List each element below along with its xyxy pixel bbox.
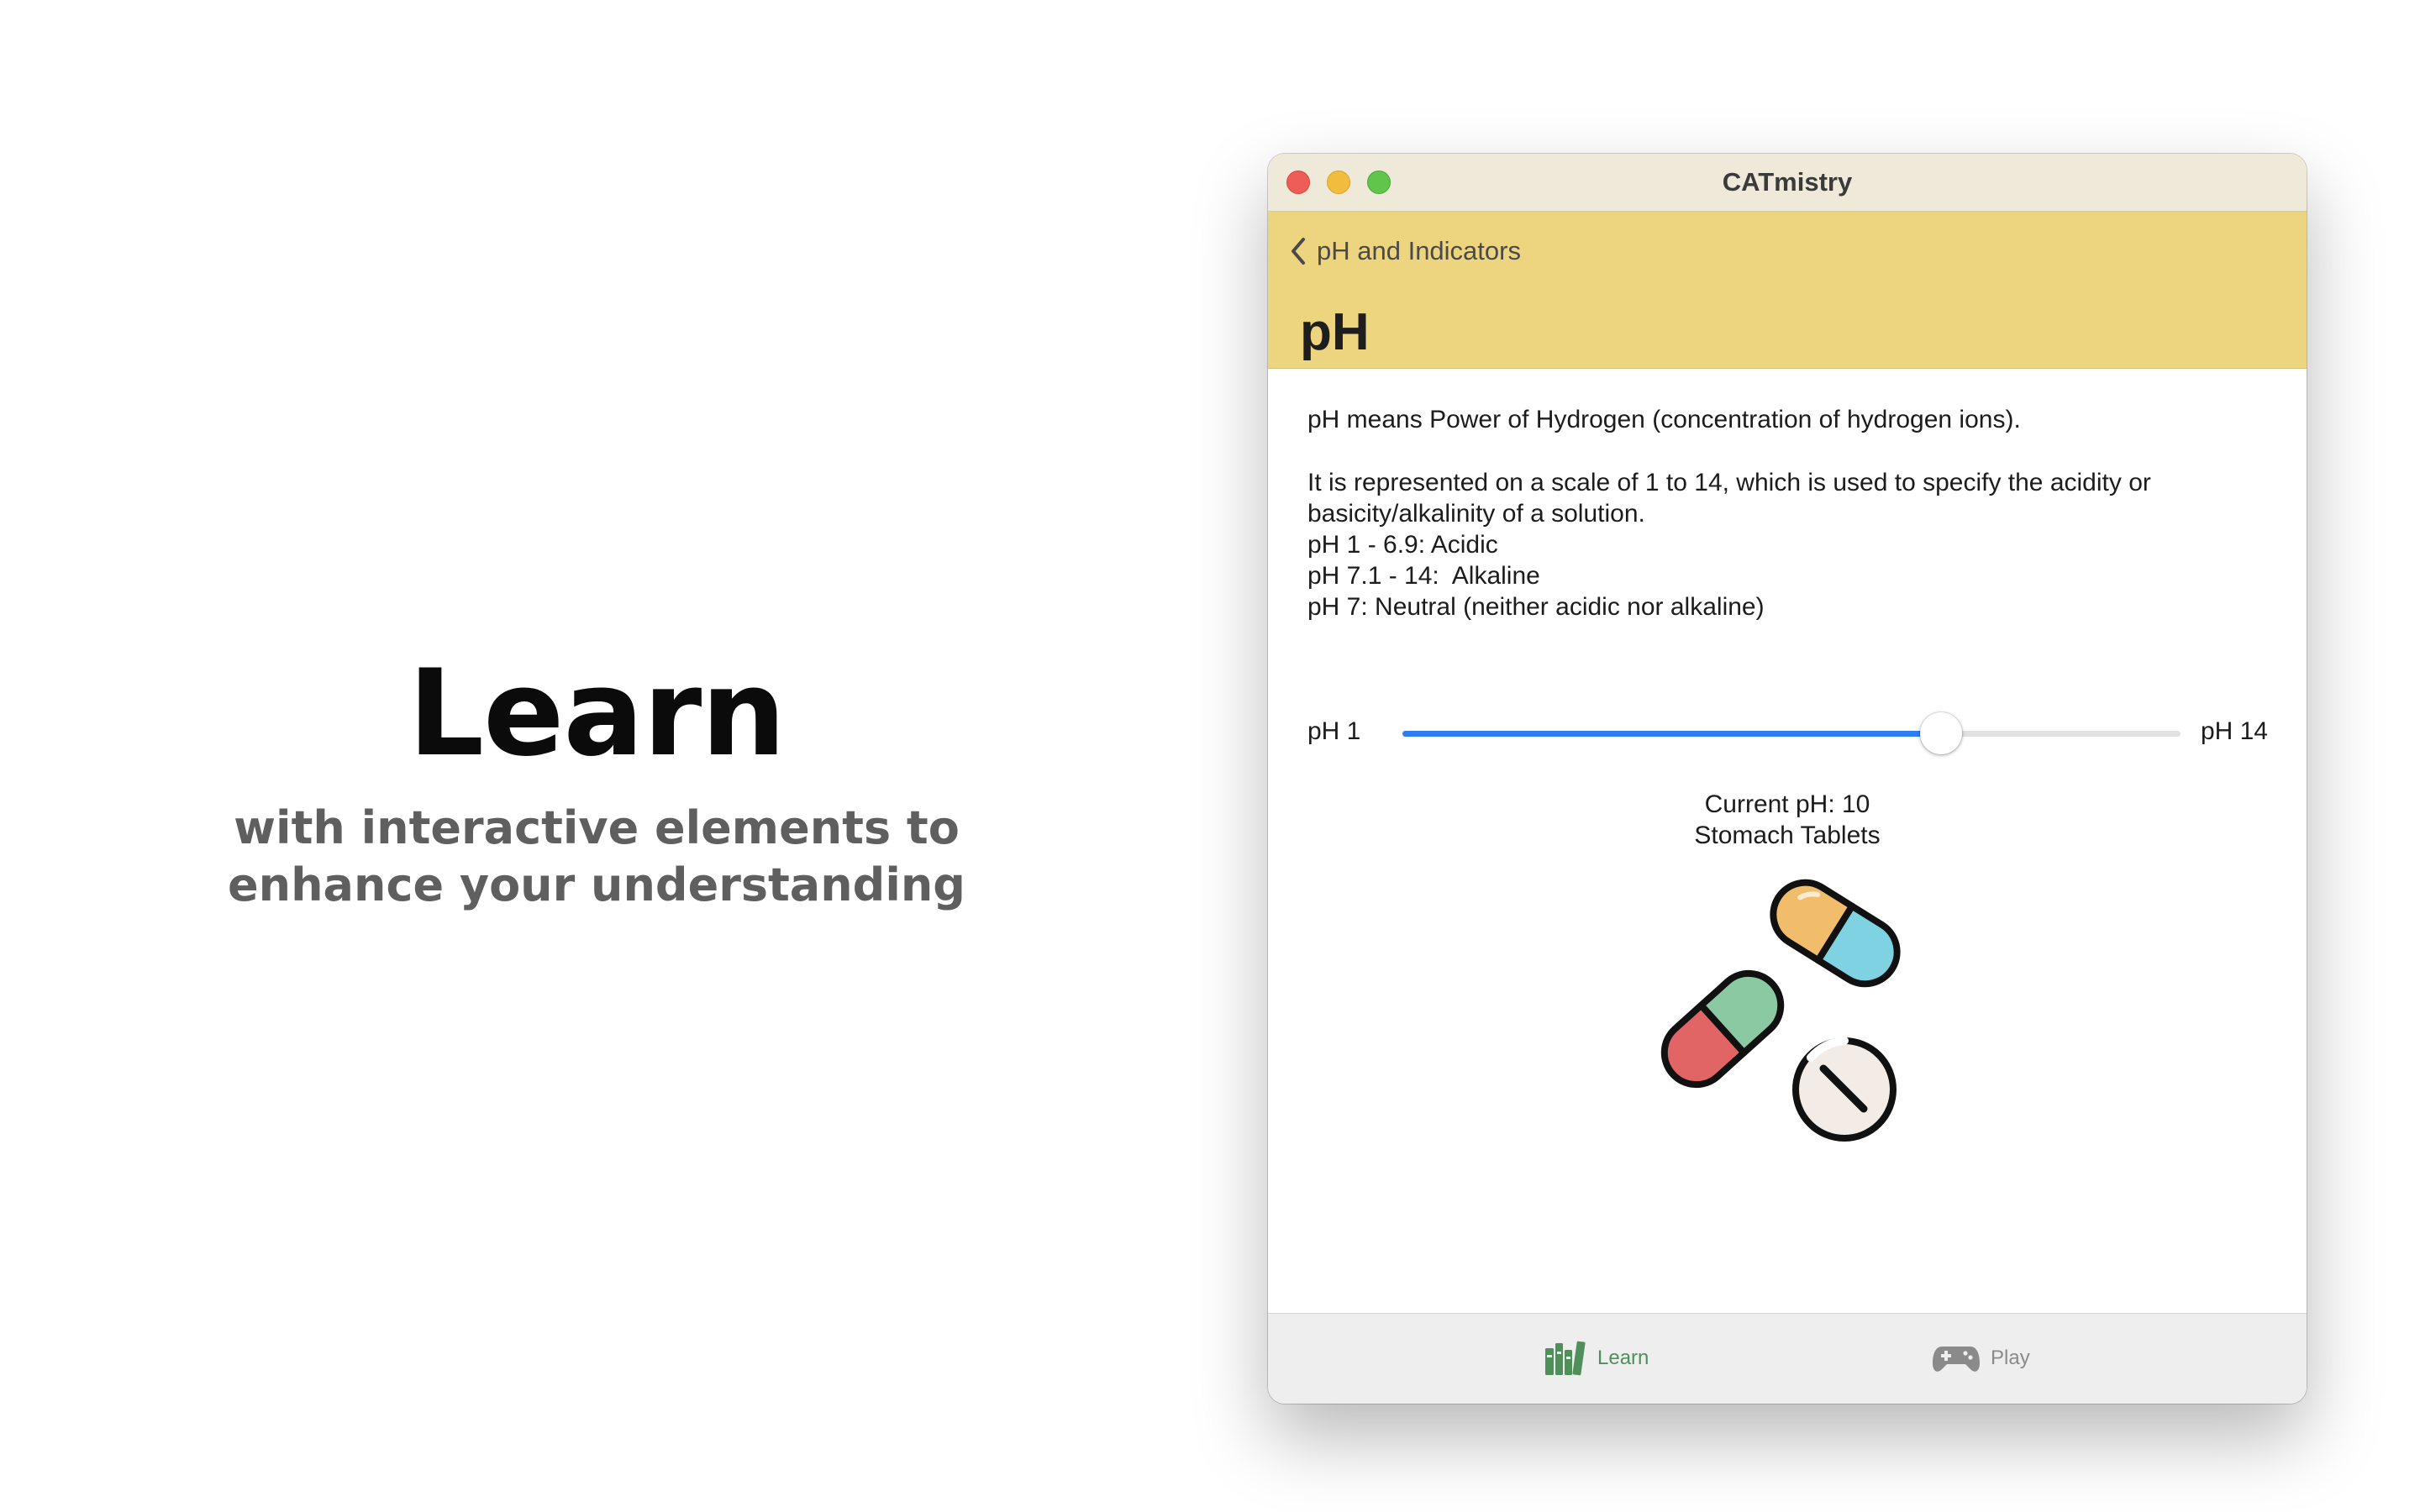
pills-icon	[1660, 879, 1901, 1142]
ph-slider-fill	[1402, 731, 1942, 737]
title-bar[interactable]: CATmistry	[1268, 154, 2307, 212]
promo-subtitle-line-1: with interactive elements to	[234, 801, 960, 854]
current-ph-readout: Current pH: 10 Stomach Tablets	[1268, 789, 2307, 851]
current-ph-value: Current pH: 10	[1704, 790, 1870, 818]
books-icon	[1545, 1341, 1586, 1376]
current-substance: Stomach Tablets	[1694, 822, 1881, 849]
tab-learn[interactable]: Learn	[1544, 1337, 1649, 1379]
promo-subtitle-line-2: enhance your understanding	[228, 858, 965, 911]
ph-slider[interactable]	[1402, 712, 2181, 754]
slider-max-label: pH 14	[2200, 717, 2268, 745]
ph-slider-thumb[interactable]	[1920, 712, 1963, 754]
gamepad-icon	[1933, 1347, 1980, 1372]
tab-play-label: Play	[1991, 1347, 2030, 1369]
tab-bar: Learn Play	[1268, 1313, 2307, 1404]
back-button-label: pH and Indicators	[1317, 236, 1521, 265]
scale-description-line-2: basicity/alkalinity of a solution.	[1307, 500, 1645, 528]
chevron-left-icon	[1292, 238, 1305, 265]
scale-description: It is represented on a scale of 1 to 14,…	[1307, 467, 2265, 529]
definition-text: pH means Power of Hydrogen (concentratio…	[1307, 406, 2021, 433]
promo-section: Learn with interactive elements to enhan…	[168, 647, 1025, 914]
ph-range-neutral: pH 7: Neutral (neither acidic nor alkali…	[1307, 593, 1765, 621]
back-button[interactable]: pH and Indicators	[1286, 230, 1521, 272]
scale-description-line-1: It is represented on a scale of 1 to 14,…	[1307, 469, 2151, 496]
ph-slider-row: pH 1 pH 14	[1268, 709, 2307, 759]
tab-learn-label: Learn	[1597, 1347, 1649, 1369]
window-title: CATmistry	[1722, 167, 1853, 197]
content-area: pH means Power of Hydrogen (concentratio…	[1268, 369, 2307, 1313]
ph-range-alkaline: pH 7.1 - 14: Alkaline	[1307, 562, 1540, 590]
tab-play[interactable]: Play	[1932, 1337, 2030, 1379]
app-window: CATmistry pH and Indicators pH pH means …	[1268, 154, 2307, 1404]
ph-range-acidic: pH 1 - 6.9: Acidic	[1307, 531, 1498, 559]
navigation-bar: pH and Indicators pH	[1268, 212, 2307, 369]
promo-title: Learn	[408, 644, 786, 783]
page-title: pH	[1300, 303, 1370, 361]
slider-min-label: pH 1	[1307, 717, 1361, 745]
promo-subtitle: with interactive elements to enhance you…	[168, 800, 1025, 914]
ph-ranges-list: pH 1 - 6.9: Acidic pH 7.1 - 14: Alkaline…	[1307, 529, 2265, 622]
